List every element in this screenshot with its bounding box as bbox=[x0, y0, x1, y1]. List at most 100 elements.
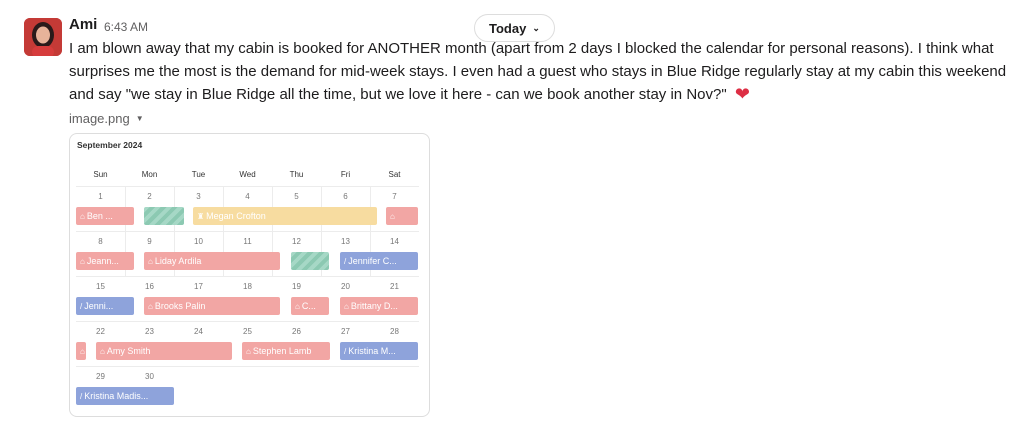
day-number[interactable]: 30 bbox=[125, 372, 174, 381]
day-number[interactable]: 16 bbox=[125, 282, 174, 291]
booking-bar[interactable]: ⌂ Stephen Lamb bbox=[242, 342, 330, 360]
grid-line bbox=[76, 186, 419, 187]
booking-bar[interactable]: / Kristina Madis... bbox=[76, 387, 174, 405]
booking-bar[interactable]: ⌂ bbox=[76, 342, 86, 360]
booking-bar[interactable]: ⌂ Liday Ardila bbox=[144, 252, 280, 270]
airbnb-icon: ⌂ bbox=[246, 346, 251, 356]
avatar[interactable] bbox=[24, 18, 62, 56]
booking-guest-name: Jennifer C... bbox=[348, 256, 397, 266]
day-number[interactable]: 12 bbox=[272, 237, 321, 246]
booking-bar[interactable] bbox=[291, 252, 329, 270]
weekday-header: Tue bbox=[191, 170, 206, 179]
booking-guest-name: Brittany D... bbox=[350, 301, 398, 311]
booking-bar[interactable]: ⌂ Ben ... bbox=[76, 207, 134, 225]
day-number[interactable]: 18 bbox=[223, 282, 272, 291]
day-number[interactable]: 15 bbox=[76, 282, 125, 291]
booking-guest-name: Jeann... bbox=[86, 256, 119, 266]
grid-line bbox=[76, 276, 419, 277]
weekday-header: Sun bbox=[93, 170, 108, 179]
today-label: Today bbox=[489, 20, 527, 36]
direct-icon: ♜ bbox=[197, 211, 205, 221]
day-number[interactable]: 14 bbox=[370, 237, 419, 246]
booking-guest-name: Brooks Palin bbox=[154, 301, 206, 311]
day-number[interactable]: 6 bbox=[321, 192, 370, 201]
booking-guest-name: Ben ... bbox=[86, 211, 113, 221]
weekday-header: Thu bbox=[289, 170, 304, 179]
day-number[interactable]: 13 bbox=[321, 237, 370, 246]
booking-guest-name: Stephen Lamb bbox=[252, 346, 312, 356]
day-number[interactable]: 29 bbox=[76, 372, 125, 381]
day-number[interactable]: 2 bbox=[125, 192, 174, 201]
message-timestamp[interactable]: 6:43 AM bbox=[104, 20, 148, 34]
booking-bar[interactable]: ⌂ Jeann... bbox=[76, 252, 134, 270]
booking-guest-name: Megan Crofton bbox=[206, 211, 266, 221]
booking-guest-name: Amy Smith bbox=[106, 346, 151, 356]
airbnb-icon: ⌂ bbox=[80, 346, 85, 356]
day-number[interactable]: 3 bbox=[174, 192, 223, 201]
day-number[interactable]: 27 bbox=[321, 327, 370, 336]
avatar-image bbox=[24, 18, 62, 56]
grid-line bbox=[76, 321, 419, 322]
chevron-down-icon: ⌄ bbox=[532, 22, 540, 33]
booking-bar[interactable]: / Jenni... bbox=[76, 297, 134, 315]
booking-bar[interactable]: ⌂ C... bbox=[291, 297, 329, 315]
airbnb-icon: ⌂ bbox=[344, 301, 349, 311]
booking-bar[interactable]: ♜ Megan Crofton bbox=[193, 207, 377, 225]
grid-line bbox=[76, 366, 419, 367]
day-number[interactable]: 4 bbox=[223, 192, 272, 201]
message-body: I am blown away that my cabin is booked … bbox=[69, 38, 1019, 107]
day-number[interactable]: 20 bbox=[321, 282, 370, 291]
vrbo-icon: / bbox=[80, 301, 83, 311]
day-number[interactable]: 8 bbox=[76, 237, 125, 246]
booking-bar[interactable]: ⌂ bbox=[386, 207, 418, 225]
booking-bar[interactable]: ⌂ Amy Smith bbox=[96, 342, 232, 360]
airbnb-icon: ⌂ bbox=[148, 301, 153, 311]
airbnb-icon: ⌂ bbox=[80, 256, 85, 266]
booking-guest-name: Kristina M... bbox=[348, 346, 396, 356]
day-number[interactable]: 5 bbox=[272, 192, 321, 201]
airbnb-icon: ⌂ bbox=[100, 346, 105, 356]
day-number[interactable]: 22 bbox=[76, 327, 125, 336]
booking-bar[interactable] bbox=[144, 207, 184, 225]
image-attachment[interactable]: September 2024 Sun Mon Tue Wed Thu Fri Sat 1 2 3 4… bbox=[69, 133, 430, 417]
weekday-header: Sat bbox=[388, 170, 401, 179]
weekday-header: Fri bbox=[340, 170, 351, 179]
day-number[interactable]: 24 bbox=[174, 327, 223, 336]
file-name[interactable]: image.png bbox=[69, 111, 130, 126]
message-text: I am blown away that my cabin is booked … bbox=[69, 40, 1007, 103]
booking-guest-name: Liday Ardila bbox=[154, 256, 202, 266]
booking-guest-name: Kristina Madis... bbox=[84, 391, 149, 401]
day-number[interactable]: 23 bbox=[125, 327, 174, 336]
heart-emoji: ❤ bbox=[734, 84, 750, 104]
booking-bar[interactable]: ⌂ Brooks Palin bbox=[144, 297, 280, 315]
booking-bar[interactable]: ⌂ Brittany D... bbox=[340, 297, 418, 315]
airbnb-icon: ⌂ bbox=[148, 256, 153, 266]
day-number[interactable]: 19 bbox=[272, 282, 321, 291]
day-number[interactable]: 11 bbox=[223, 237, 272, 246]
day-number[interactable]: 10 bbox=[174, 237, 223, 246]
vrbo-icon: / bbox=[80, 391, 83, 401]
day-number[interactable]: 28 bbox=[370, 327, 419, 336]
booking-guest-name: Jenni... bbox=[84, 301, 114, 311]
day-number[interactable]: 7 bbox=[370, 192, 419, 201]
airbnb-icon: ⌂ bbox=[390, 211, 395, 221]
weekday-header: Wed bbox=[239, 170, 256, 179]
day-number[interactable]: 9 bbox=[125, 237, 174, 246]
day-number[interactable]: 17 bbox=[174, 282, 223, 291]
booking-guest-name: C... bbox=[301, 301, 316, 311]
airbnb-icon: ⌂ bbox=[295, 301, 300, 311]
day-number[interactable]: 25 bbox=[223, 327, 272, 336]
day-number[interactable]: 26 bbox=[272, 327, 321, 336]
day-number[interactable]: 1 bbox=[76, 192, 125, 201]
author-name[interactable]: Ami bbox=[69, 16, 97, 33]
booking-bar[interactable]: / Jennifer C... bbox=[340, 252, 418, 270]
caret-down-icon[interactable]: ▼ bbox=[136, 114, 144, 123]
file-header[interactable]: image.png ▼ bbox=[69, 111, 144, 126]
calendar-title: September 2024 bbox=[77, 140, 143, 150]
weekday-header: Mon bbox=[141, 170, 158, 179]
vrbo-icon: / bbox=[344, 256, 347, 266]
airbnb-icon: ⌂ bbox=[80, 211, 85, 221]
grid-line bbox=[76, 231, 419, 232]
booking-bar[interactable]: / Kristina M... bbox=[340, 342, 418, 360]
day-number[interactable]: 21 bbox=[370, 282, 419, 291]
